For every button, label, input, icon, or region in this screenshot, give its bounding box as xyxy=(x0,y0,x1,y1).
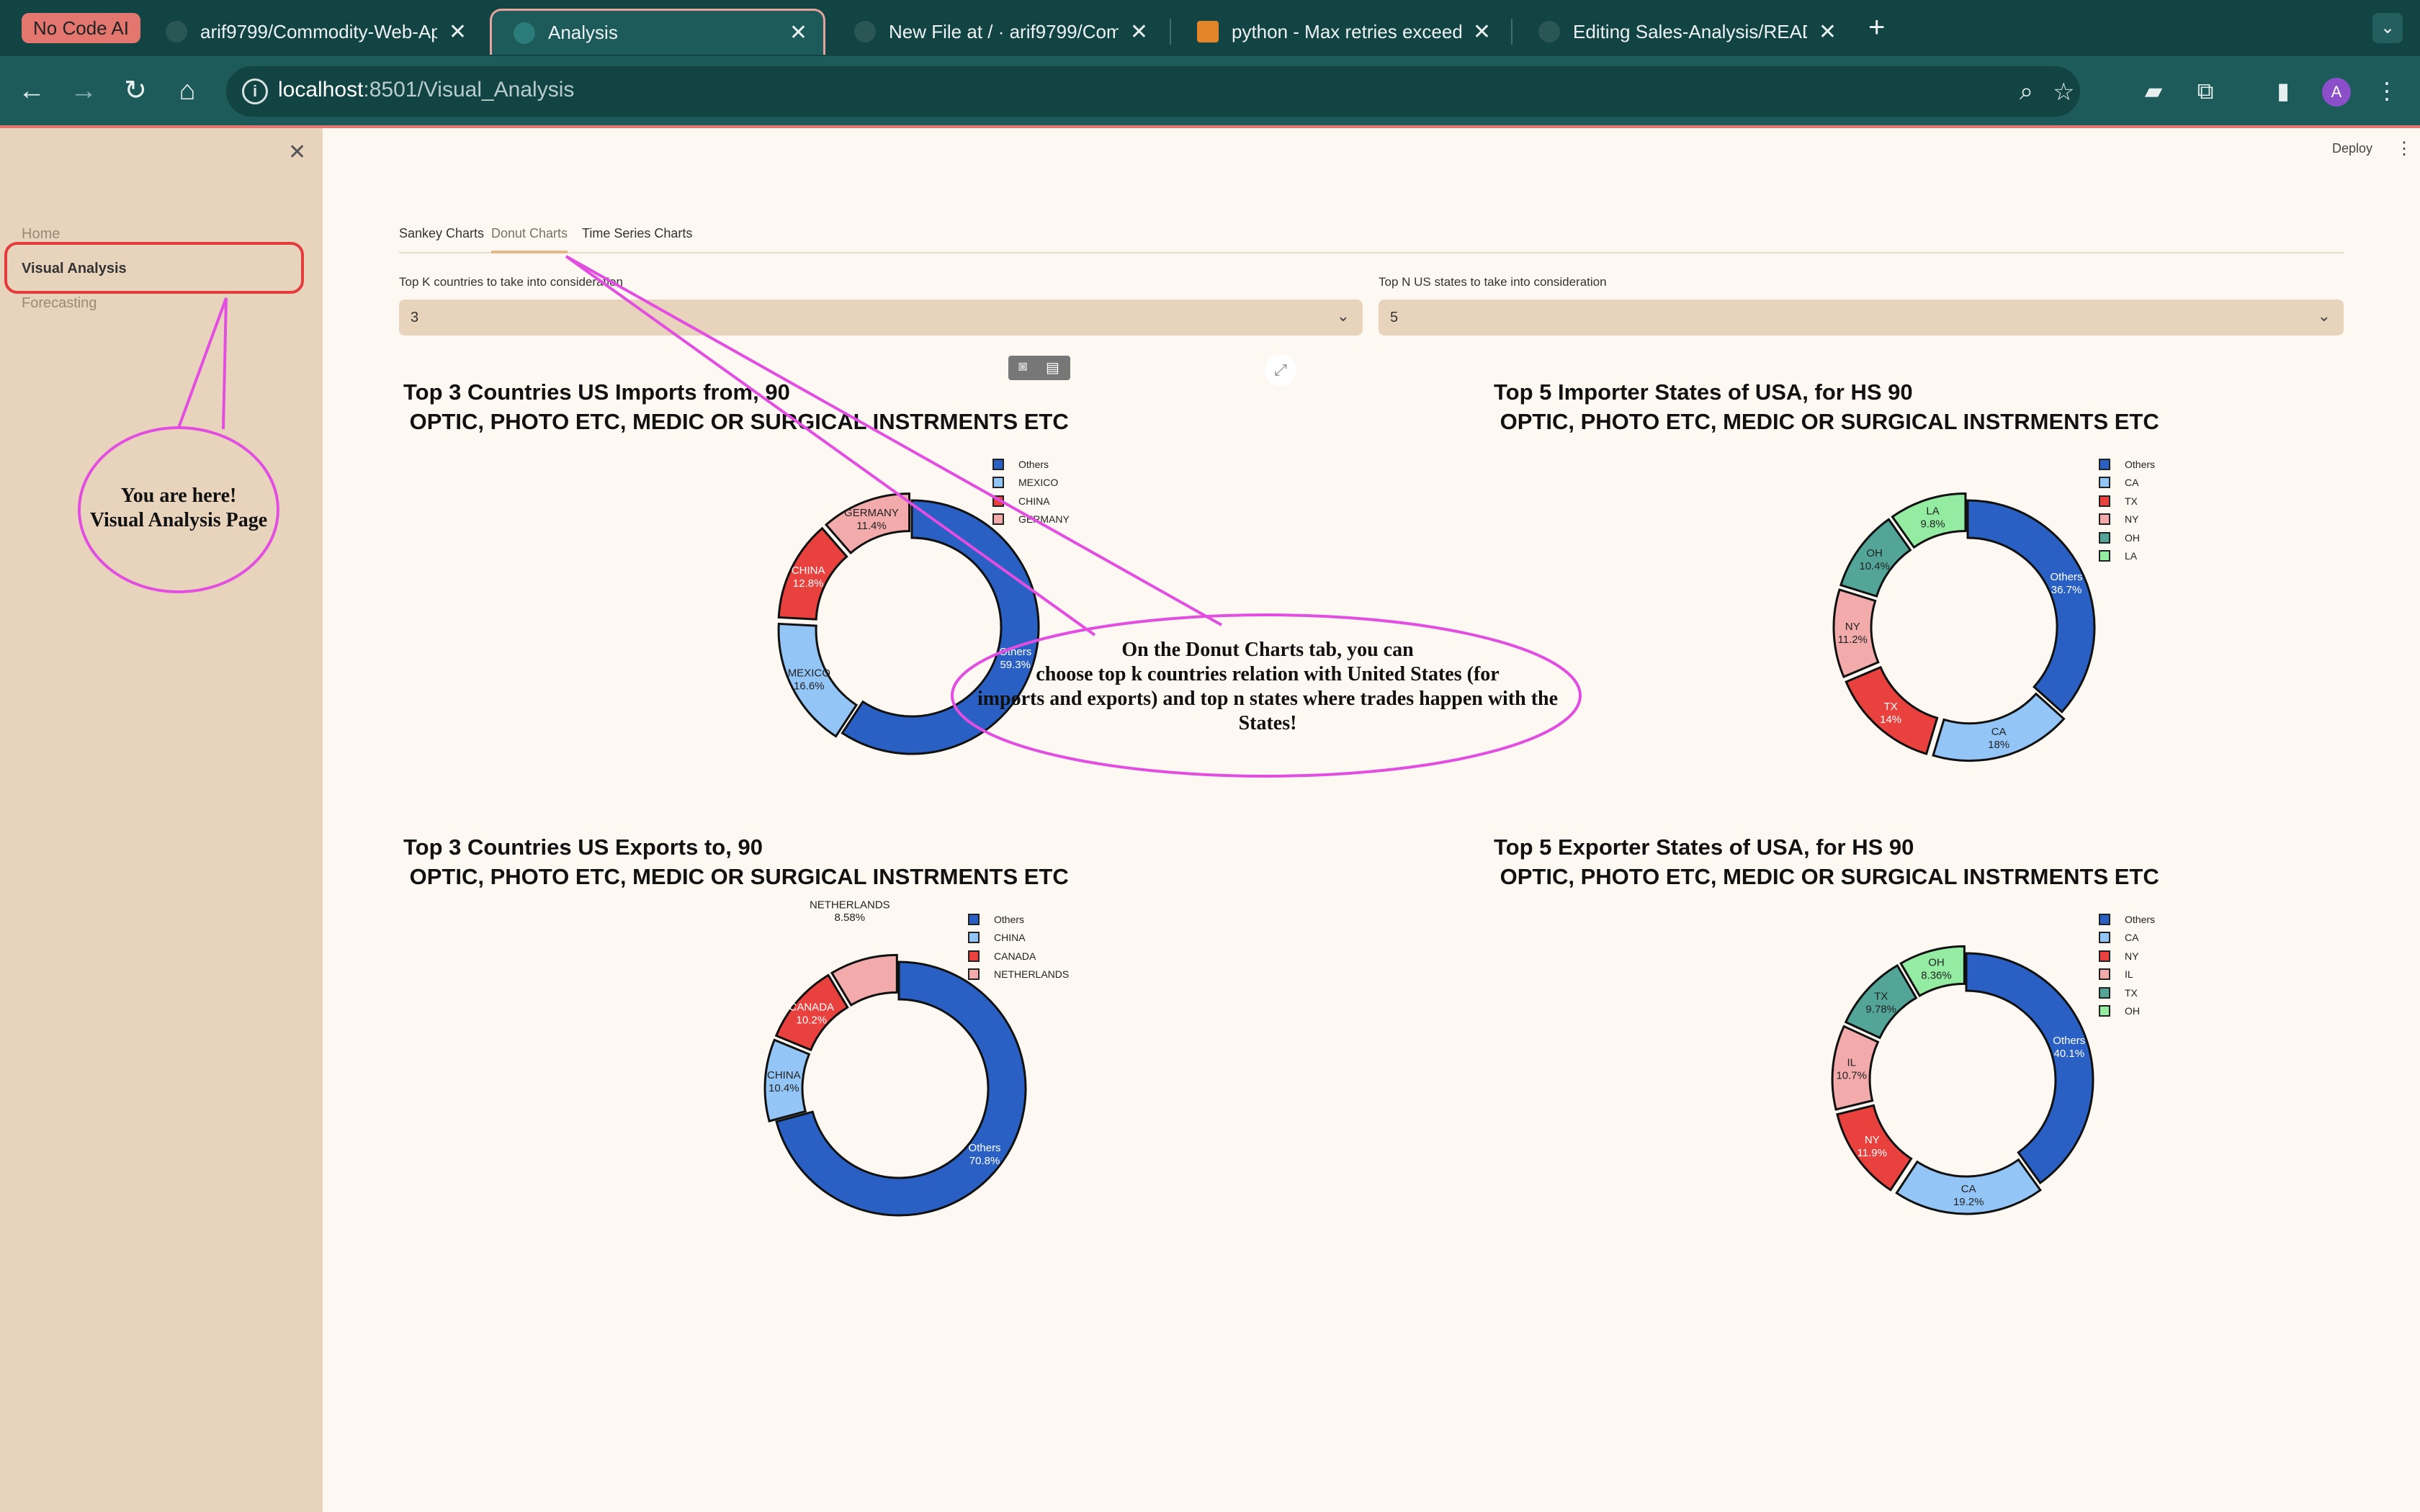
callout-pointer-tabs xyxy=(565,255,1222,636)
callout-line: States! xyxy=(1238,712,1297,734)
annotation-overlay xyxy=(4,242,1582,778)
callout-line: imports and exports) and top n states wh… xyxy=(977,688,1559,710)
callout-text-sidebar: You are here! Visual Analysis Page xyxy=(79,484,278,533)
callout-text-tabs: On the Donut Charts tab, you can choose … xyxy=(958,638,1577,736)
callout-line: choose top k countries relation with Uni… xyxy=(1036,663,1500,685)
callout-line: You are here! xyxy=(120,485,237,507)
callout-line: On the Donut Charts tab, you can xyxy=(1121,639,1414,661)
callout-pointer-sidebar xyxy=(177,297,228,430)
highlight-box xyxy=(4,242,304,294)
callout-line: Visual Analysis Page xyxy=(89,509,268,531)
